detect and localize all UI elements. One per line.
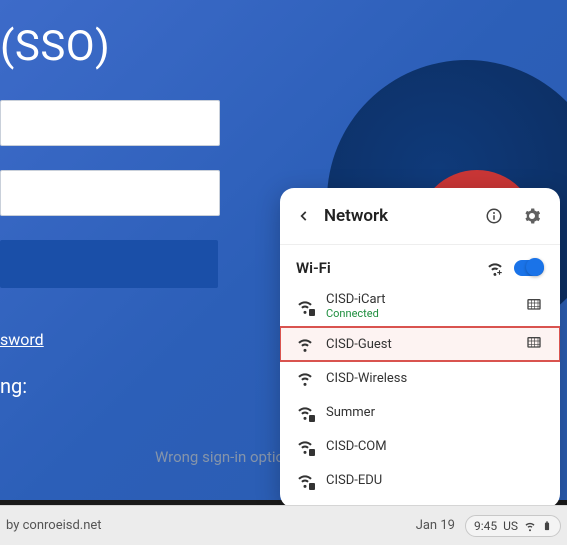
wifi-network-name: CISD-Wireless	[326, 371, 544, 386]
lock-icon	[309, 415, 315, 422]
wifi-item-body: CISD-EDU	[326, 473, 544, 488]
wifi-signal-icon	[296, 369, 314, 387]
wifi-network-name: CISD-iCart	[326, 292, 514, 307]
lock-icon	[309, 309, 315, 316]
lock-icon	[309, 483, 315, 490]
system-shelf: by conroeisd.net Jan 19 9:45 US	[0, 505, 567, 545]
wifi-network-name: CISD-Guest	[326, 337, 514, 352]
system-tray[interactable]: Jan 19 9:45 US	[416, 515, 561, 537]
wifi-icon	[524, 520, 536, 532]
network-popup-header: Network	[280, 188, 560, 240]
wifi-add-button[interactable]	[486, 259, 504, 277]
info-button[interactable]	[480, 202, 508, 230]
wifi-signal-icon	[296, 403, 314, 421]
settings-button[interactable]	[518, 202, 546, 230]
wifi-item-body: CISD-Wireless	[326, 371, 544, 386]
wifi-item-body: Summer	[326, 405, 544, 420]
wifi-item-body: CISD-COM	[326, 439, 544, 454]
info-icon	[485, 207, 503, 225]
back-button[interactable]	[294, 206, 314, 226]
wrong-signin-link[interactable]: Wrong sign-in option?	[155, 448, 299, 466]
wifi-network-list: CISD-iCartConnected CISD-Guest CISD-Wirele…	[280, 285, 560, 497]
status-pill[interactable]: 9:45 US	[465, 515, 561, 537]
wifi-network-item[interactable]: CISD-iCartConnected	[280, 285, 560, 327]
gear-icon	[523, 207, 541, 225]
wifi-network-name: Summer	[326, 405, 544, 420]
network-title: Network	[324, 206, 470, 226]
wifi-item-body: CISD-Guest	[326, 337, 514, 352]
wifi-signal-icon	[296, 471, 314, 489]
wifi-signal-icon	[296, 335, 314, 353]
wifi-signal-icon	[296, 437, 314, 455]
tray-date: Jan 19	[416, 518, 455, 533]
wifi-add-icon	[486, 259, 504, 277]
username-field[interactable]	[0, 100, 220, 146]
chevron-left-icon	[297, 209, 311, 223]
wifi-network-name: CISD-COM	[326, 439, 544, 454]
login-button[interactable]	[0, 240, 218, 288]
warning-label-fragment: ng:	[0, 374, 27, 398]
managed-network-icon	[526, 297, 544, 315]
managed-network-icon	[526, 335, 544, 353]
sso-title-fragment: (SSO)	[0, 22, 110, 71]
wifi-signal-icon	[296, 297, 314, 315]
network-quick-settings: Network Wi-Fi CISD-iCartConnected CISD-Gu…	[280, 188, 560, 508]
wifi-network-item[interactable]: CISD-Guest	[280, 327, 560, 361]
wifi-network-item[interactable]: CISD-COM	[280, 429, 560, 463]
wifi-toggle[interactable]	[514, 260, 544, 276]
wifi-network-item[interactable]: CISD-EDU	[280, 463, 560, 497]
wifi-item-body: CISD-iCartConnected	[326, 292, 514, 320]
wifi-network-item[interactable]: CISD-Wireless	[280, 361, 560, 395]
wifi-section-header: Wi-Fi	[280, 251, 560, 285]
wifi-label: Wi-Fi	[296, 259, 476, 277]
password-field[interactable]	[0, 170, 220, 216]
tray-locale: US	[503, 519, 518, 533]
wifi-network-name: CISD-EDU	[326, 473, 544, 488]
lock-icon	[309, 449, 315, 456]
wifi-network-item[interactable]: Summer	[280, 395, 560, 429]
tray-time: 9:45	[474, 519, 497, 533]
battery-icon	[542, 520, 552, 532]
wifi-section: Wi-Fi CISD-iCartConnectedCISD-GuestCISD-…	[280, 244, 560, 497]
forgot-password-link-fragment[interactable]: sword	[0, 330, 44, 349]
wifi-network-status: Connected	[326, 307, 514, 320]
managed-by-text: by conroeisd.net	[6, 518, 416, 533]
